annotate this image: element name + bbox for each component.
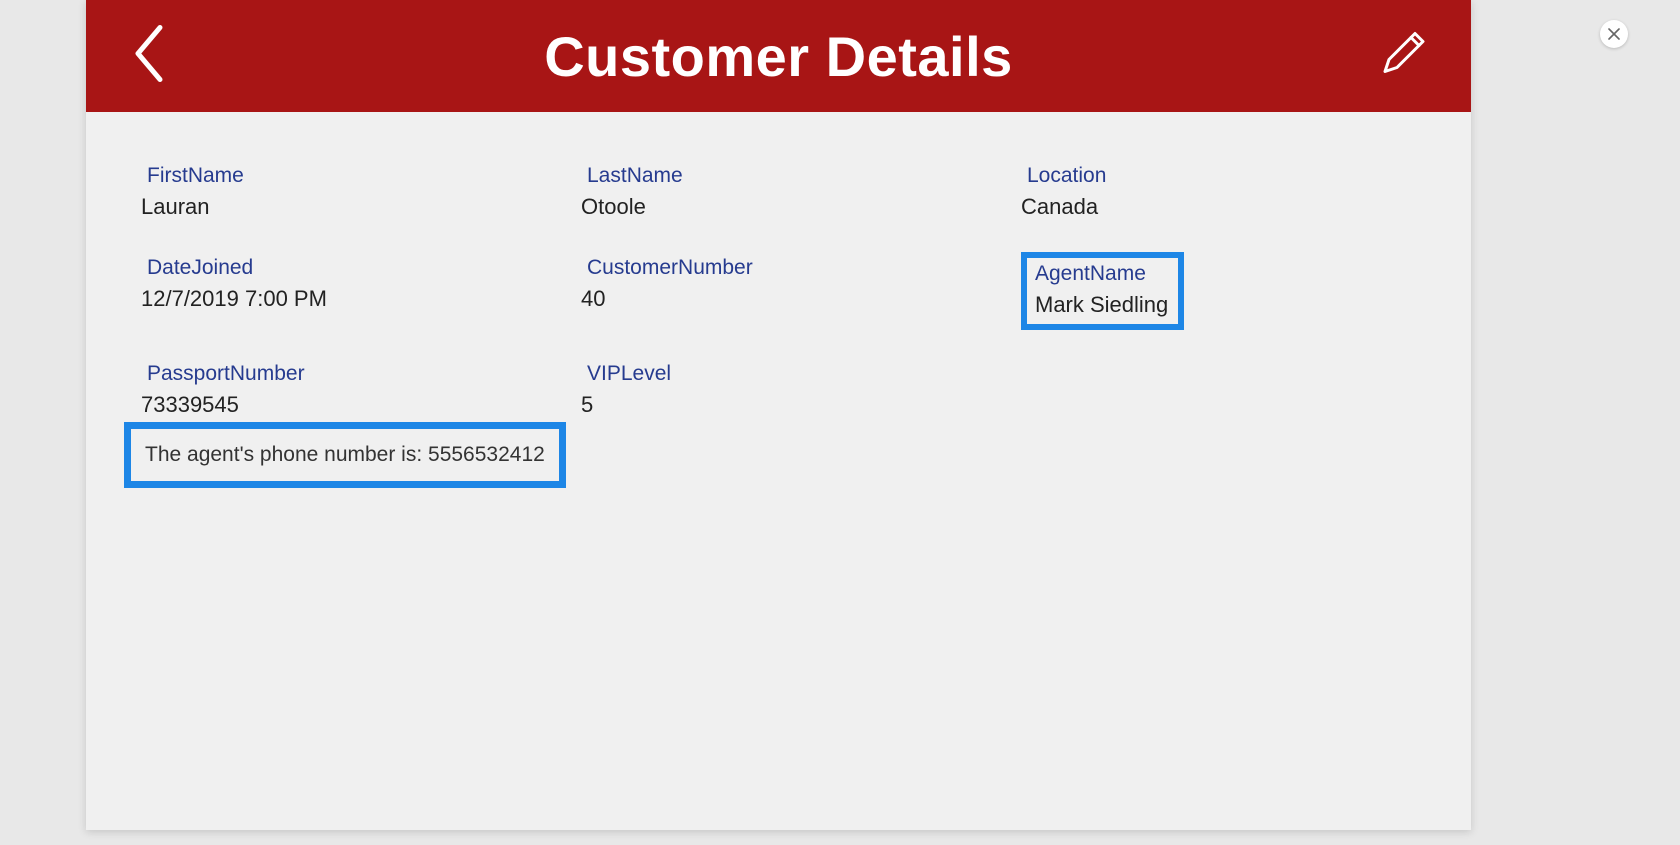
location-field: Location Canada xyxy=(1021,160,1461,224)
date-joined-value: 12/7/2019 7:00 PM xyxy=(141,286,581,312)
edit-button[interactable] xyxy=(1377,28,1429,85)
customer-number-label: CustomerNumber xyxy=(581,256,1021,280)
first-name-field: FirstName Lauran xyxy=(141,160,581,224)
agent-phone-note-highlight: The agent's phone number is: 5556532412 xyxy=(124,422,566,488)
agent-name-value: Mark Siedling xyxy=(1035,292,1168,318)
pencil-icon xyxy=(1377,28,1429,80)
agent-name-highlight: AgentName Mark Siedling xyxy=(1021,252,1184,330)
close-icon xyxy=(1608,28,1620,40)
vip-level-value: 5 xyxy=(581,392,1021,418)
last-name-field: LastName Otoole xyxy=(581,160,1021,224)
empty-cell xyxy=(1021,358,1461,422)
vip-level-field: VIPLevel 5 xyxy=(581,358,1021,422)
content-area: FirstName Lauran LastName Otoole Locatio… xyxy=(86,112,1471,830)
chevron-left-icon xyxy=(128,22,168,86)
date-joined-label: DateJoined xyxy=(141,256,581,280)
agent-name-label: AgentName xyxy=(1035,262,1168,286)
customer-number-value: 40 xyxy=(581,286,1021,312)
last-name-value: Otoole xyxy=(581,194,1021,220)
customer-number-field: CustomerNumber 40 xyxy=(581,252,1021,330)
first-name-label: FirstName xyxy=(141,164,581,188)
passport-number-field: PassportNumber 73339545 xyxy=(141,358,581,422)
location-label: Location xyxy=(1021,164,1461,188)
agent-phone-note: The agent's phone number is: 5556532412 xyxy=(145,443,545,467)
first-name-value: Lauran xyxy=(141,194,581,220)
location-value: Canada xyxy=(1021,194,1461,220)
date-joined-field: DateJoined 12/7/2019 7:00 PM xyxy=(141,252,581,330)
last-name-label: LastName xyxy=(581,164,1021,188)
vip-level-label: VIPLevel xyxy=(581,362,1021,386)
fields-grid: FirstName Lauran LastName Otoole Locatio… xyxy=(141,160,1416,422)
passport-number-label: PassportNumber xyxy=(141,362,581,386)
header: Customer Details xyxy=(86,0,1471,112)
customer-details-card: Customer Details FirstName Lauran LastNa… xyxy=(86,0,1471,830)
close-button[interactable] xyxy=(1600,20,1628,48)
back-button[interactable] xyxy=(128,22,168,91)
page-title: Customer Details xyxy=(544,24,1013,89)
passport-number-value: 73339545 xyxy=(141,392,581,418)
agent-name-field: AgentName Mark Siedling xyxy=(1021,252,1461,330)
